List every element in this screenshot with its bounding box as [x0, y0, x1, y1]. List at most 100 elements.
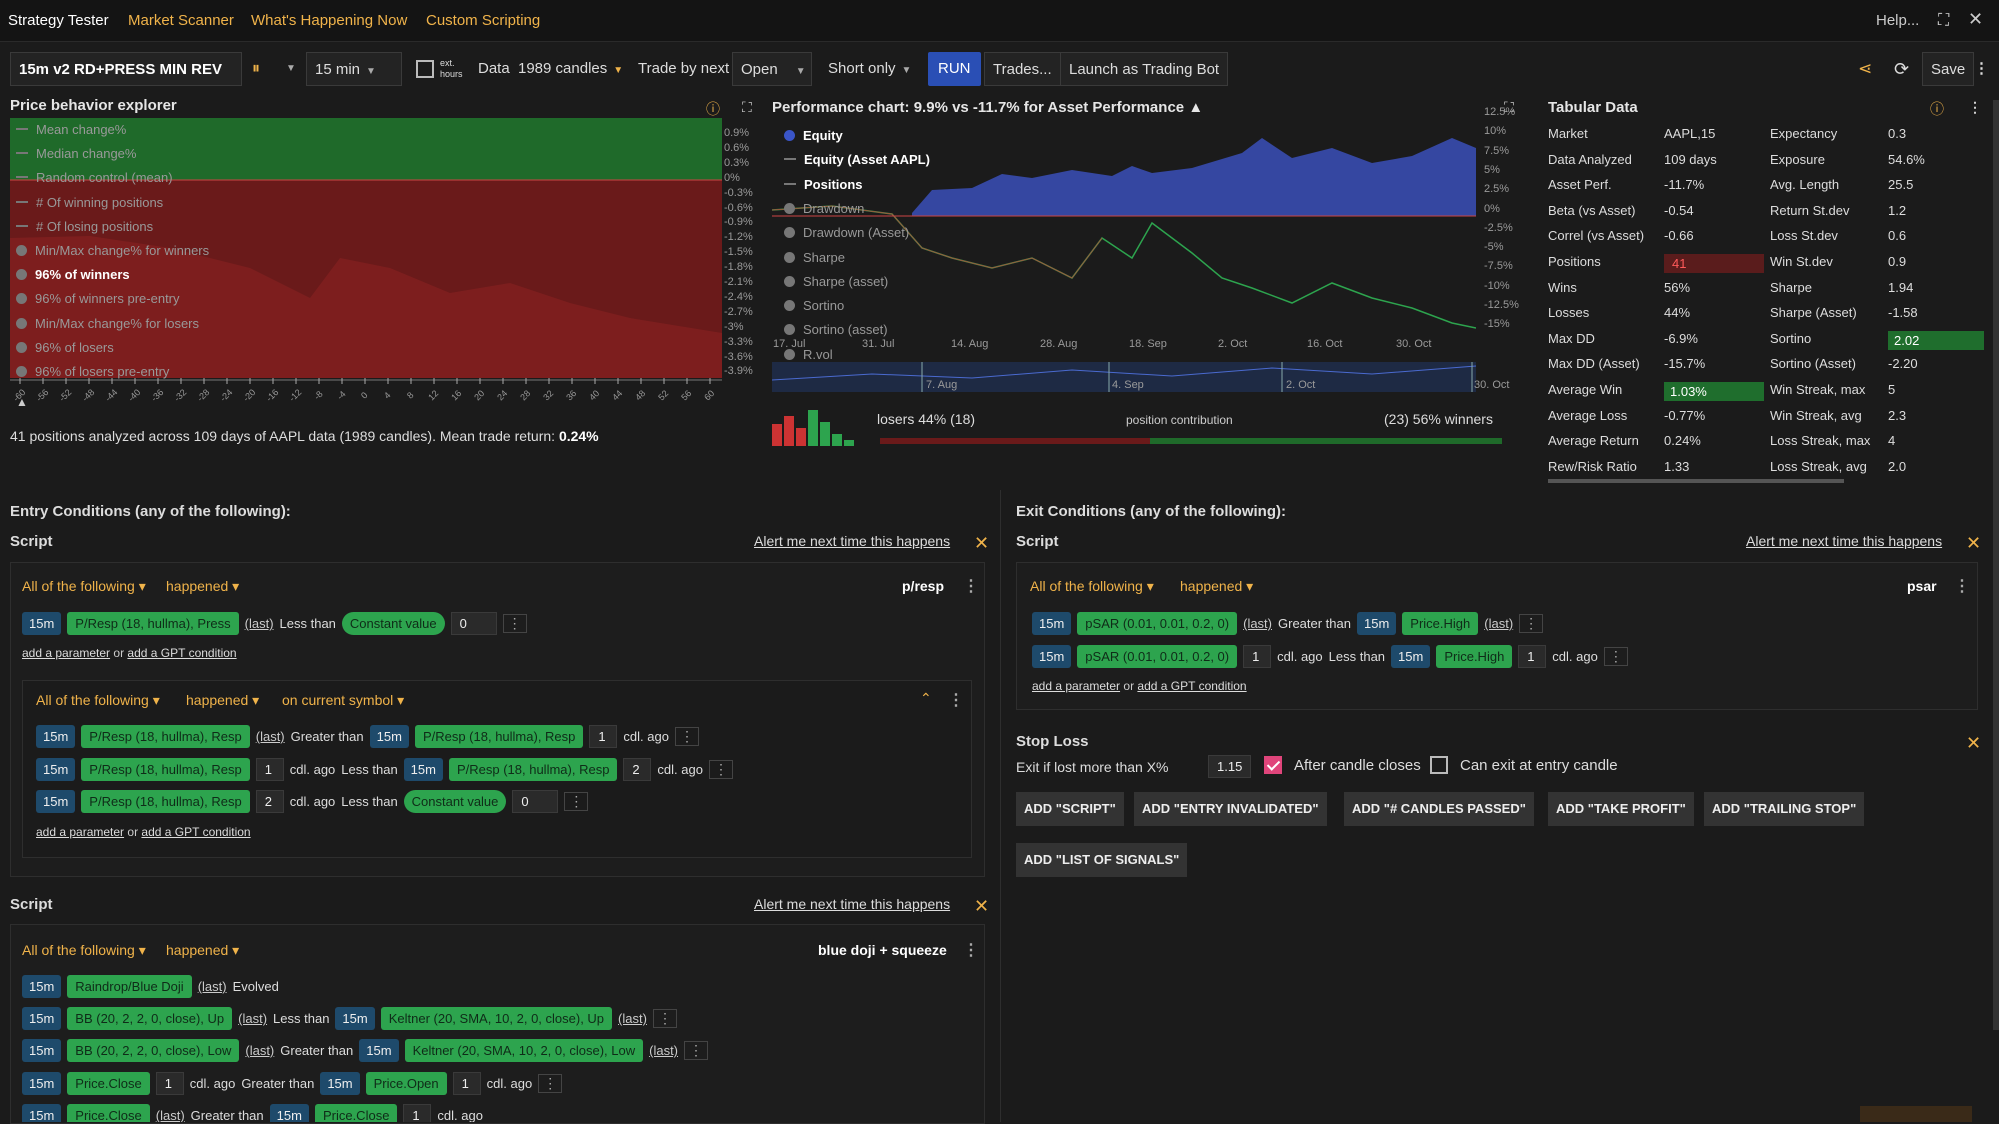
share-icon[interactable]: ⋖ [1858, 52, 1872, 86]
add-gpt-link[interactable]: add a GPT condition [141, 825, 250, 839]
indicator-chip[interactable]: Price.Close [67, 1072, 150, 1095]
more-icon[interactable]: ⋮ [948, 690, 964, 710]
add-parameter-link[interactable]: add a parameter [22, 646, 110, 660]
constant-chip[interactable]: Constant value [341, 612, 445, 635]
help-link[interactable]: Help... [1876, 12, 1919, 29]
refresh-icon[interactable]: ⟳ [1894, 52, 1909, 86]
timeframe-chip[interactable]: 15m [22, 975, 62, 998]
trade-by-select[interactable]: Open ▼ [732, 52, 812, 86]
legend-item[interactable]: Min/Max change% for winners [16, 243, 209, 258]
indicator-chip[interactable]: pSAR (0.01, 0.01, 0.2, 0) [1077, 612, 1238, 635]
operator-label[interactable]: Greater than [241, 1076, 314, 1091]
indicator-chip[interactable]: P/Resp (18, hullma), Resp [448, 758, 618, 781]
direction-select[interactable]: Short only ▼ [828, 52, 911, 86]
operator-label[interactable]: Less than [341, 794, 397, 809]
indicator-chip[interactable]: Price.Close [314, 1104, 398, 1122]
timeframe-chip[interactable]: 15m [359, 1039, 399, 1062]
indicator-chip[interactable]: P/Resp (18, hullma), Resp [81, 758, 250, 781]
legend-item[interactable]: Drawdown [784, 201, 864, 216]
last-label[interactable]: (last) [1484, 616, 1513, 631]
happened-select[interactable]: happened ▾ [1180, 578, 1253, 595]
legend-item[interactable]: 96% of winners pre-entry [16, 291, 180, 306]
close-icon[interactable]: ✕ [974, 534, 989, 552]
indicator-chip[interactable]: BB (20, 2, 2, 0, close), Low [67, 1039, 240, 1062]
timeframe-chip[interactable]: 15m [369, 725, 409, 748]
scrollbar[interactable] [1548, 479, 1844, 483]
timeframe-chip[interactable]: 15m [269, 1104, 309, 1122]
legend-item[interactable]: Positions [784, 177, 863, 192]
indicator-chip[interactable]: Keltner (20, SMA, 10, 2, 0, close), Low [404, 1039, 644, 1062]
ext-hours-checkbox[interactable] [416, 52, 434, 86]
more-icon[interactable]: ⋮ [684, 1041, 709, 1060]
more-icon[interactable]: ⋮ [1968, 99, 1982, 116]
add-entry-invalidated-button[interactable]: ADD "ENTRY INVALIDATED" [1134, 792, 1327, 826]
operator-label[interactable]: Greater than [280, 1043, 353, 1058]
alert-link[interactable]: Alert me next time this happens [754, 533, 950, 549]
timeframe-chip[interactable]: 15m [1032, 645, 1072, 668]
legend-item[interactable]: # Of losing positions [16, 219, 153, 234]
indicator-chip[interactable]: P/Resp (18, hullma), Press [67, 612, 239, 635]
operator-label[interactable]: Less than [280, 616, 336, 631]
legend-item[interactable]: Random control (mean) [16, 170, 173, 185]
timeframe-chip[interactable]: 15m [22, 1104, 62, 1122]
value-input[interactable]: 1 [452, 1072, 481, 1095]
legend-item[interactable]: Equity (Asset AAPL) [784, 152, 930, 167]
legend-item[interactable]: Sharpe (asset) [784, 274, 888, 289]
last-label[interactable]: (last) [198, 979, 227, 994]
indicator-chip[interactable]: Price.High [1436, 645, 1513, 668]
happened-select[interactable]: happened ▾ [166, 578, 239, 595]
indicator-chip[interactable]: Keltner (20, SMA, 10, 2, 0, close), Up [380, 1007, 613, 1030]
add-candles-passed-button[interactable]: ADD "# CANDLES PASSED" [1344, 792, 1534, 826]
help-icon[interactable]: ⓘ [706, 99, 720, 119]
strategy-name-input[interactable]: 15m v2 RD+PRESS MIN REV [10, 52, 242, 86]
indicator-chip[interactable]: P/Resp (18, hullma), Resp [81, 725, 250, 748]
interval-select[interactable]: 15 min ▼ [306, 52, 402, 86]
triangle-icon[interactable]: ▲ [16, 395, 28, 409]
expand-icon[interactable]: ⛶ [1938, 12, 1949, 30]
add-parameter-link[interactable]: add a parameter [36, 825, 124, 839]
last-label[interactable]: (last) [245, 1043, 274, 1058]
close-icon[interactable]: ✕ [1966, 734, 1981, 752]
value-input[interactable]: 1 [255, 758, 284, 781]
close-icon[interactable]: ✕ [1966, 534, 1981, 552]
happened-select[interactable]: happened ▾ [166, 942, 239, 959]
alert-link[interactable]: Alert me next time this happens [1746, 533, 1942, 549]
add-take-profit-button[interactable]: ADD "TAKE PROFIT" [1548, 792, 1694, 826]
script-name[interactable]: psar [1907, 578, 1937, 594]
all-following-select[interactable]: All of the following ▾ [22, 578, 146, 595]
legend-item[interactable]: Min/Max change% for losers [16, 316, 199, 331]
add-gpt-link[interactable]: add a GPT condition [127, 646, 236, 660]
script-name[interactable]: p/resp [902, 578, 944, 594]
more-icon[interactable]: ⋮ [963, 576, 979, 596]
legend-item[interactable]: Drawdown (Asset) [784, 225, 909, 240]
more-icon[interactable]: ⋮ [538, 1074, 563, 1093]
legend-item[interactable]: Median change% [16, 146, 136, 161]
timeframe-chip[interactable]: 15m [320, 1072, 360, 1095]
collapse-icon[interactable]: ⌃ [920, 690, 932, 707]
last-label[interactable]: (last) [618, 1011, 647, 1026]
all-following-select[interactable]: All of the following ▾ [36, 692, 160, 709]
all-following-select[interactable]: All of the following ▾ [1030, 578, 1154, 595]
indicator-chip[interactable]: P/Resp (18, hullma), Resp [81, 790, 250, 813]
pause-icon[interactable]: ⏸ [252, 52, 260, 86]
operator-label[interactable]: Evolved [233, 979, 279, 994]
alert-link[interactable]: Alert me next time this happens [754, 896, 950, 912]
script-name[interactable]: blue doji + squeeze [818, 942, 947, 958]
timeframe-chip[interactable]: 15m [36, 790, 76, 813]
operator-label[interactable]: Greater than [191, 1108, 264, 1122]
operator-label[interactable]: Less than [1329, 649, 1385, 664]
add-trailing-stop-button[interactable]: ADD "TRAILING STOP" [1704, 792, 1865, 826]
stop-loss-input[interactable]: 1.15 [1208, 755, 1252, 778]
indicator-chip[interactable]: Price.Close [67, 1104, 150, 1122]
value-input[interactable]: 1 [589, 725, 618, 748]
more-icon[interactable]: ⋮ [963, 940, 979, 960]
timeframe-chip[interactable]: 15m [22, 1072, 62, 1095]
add-parameter-link[interactable]: add a parameter [1032, 679, 1120, 693]
more-icon[interactable]: ⋮ [708, 760, 733, 779]
last-label[interactable]: (last) [245, 616, 274, 631]
value-input[interactable]: 1 [403, 1104, 432, 1122]
save-button[interactable]: Save [1922, 52, 1975, 86]
candles-select[interactable]: 1989 candles ▼ [518, 52, 623, 86]
more-icon[interactable]: ⋮ [564, 792, 589, 811]
tab-custom-scripting[interactable]: Custom Scripting [426, 12, 540, 29]
